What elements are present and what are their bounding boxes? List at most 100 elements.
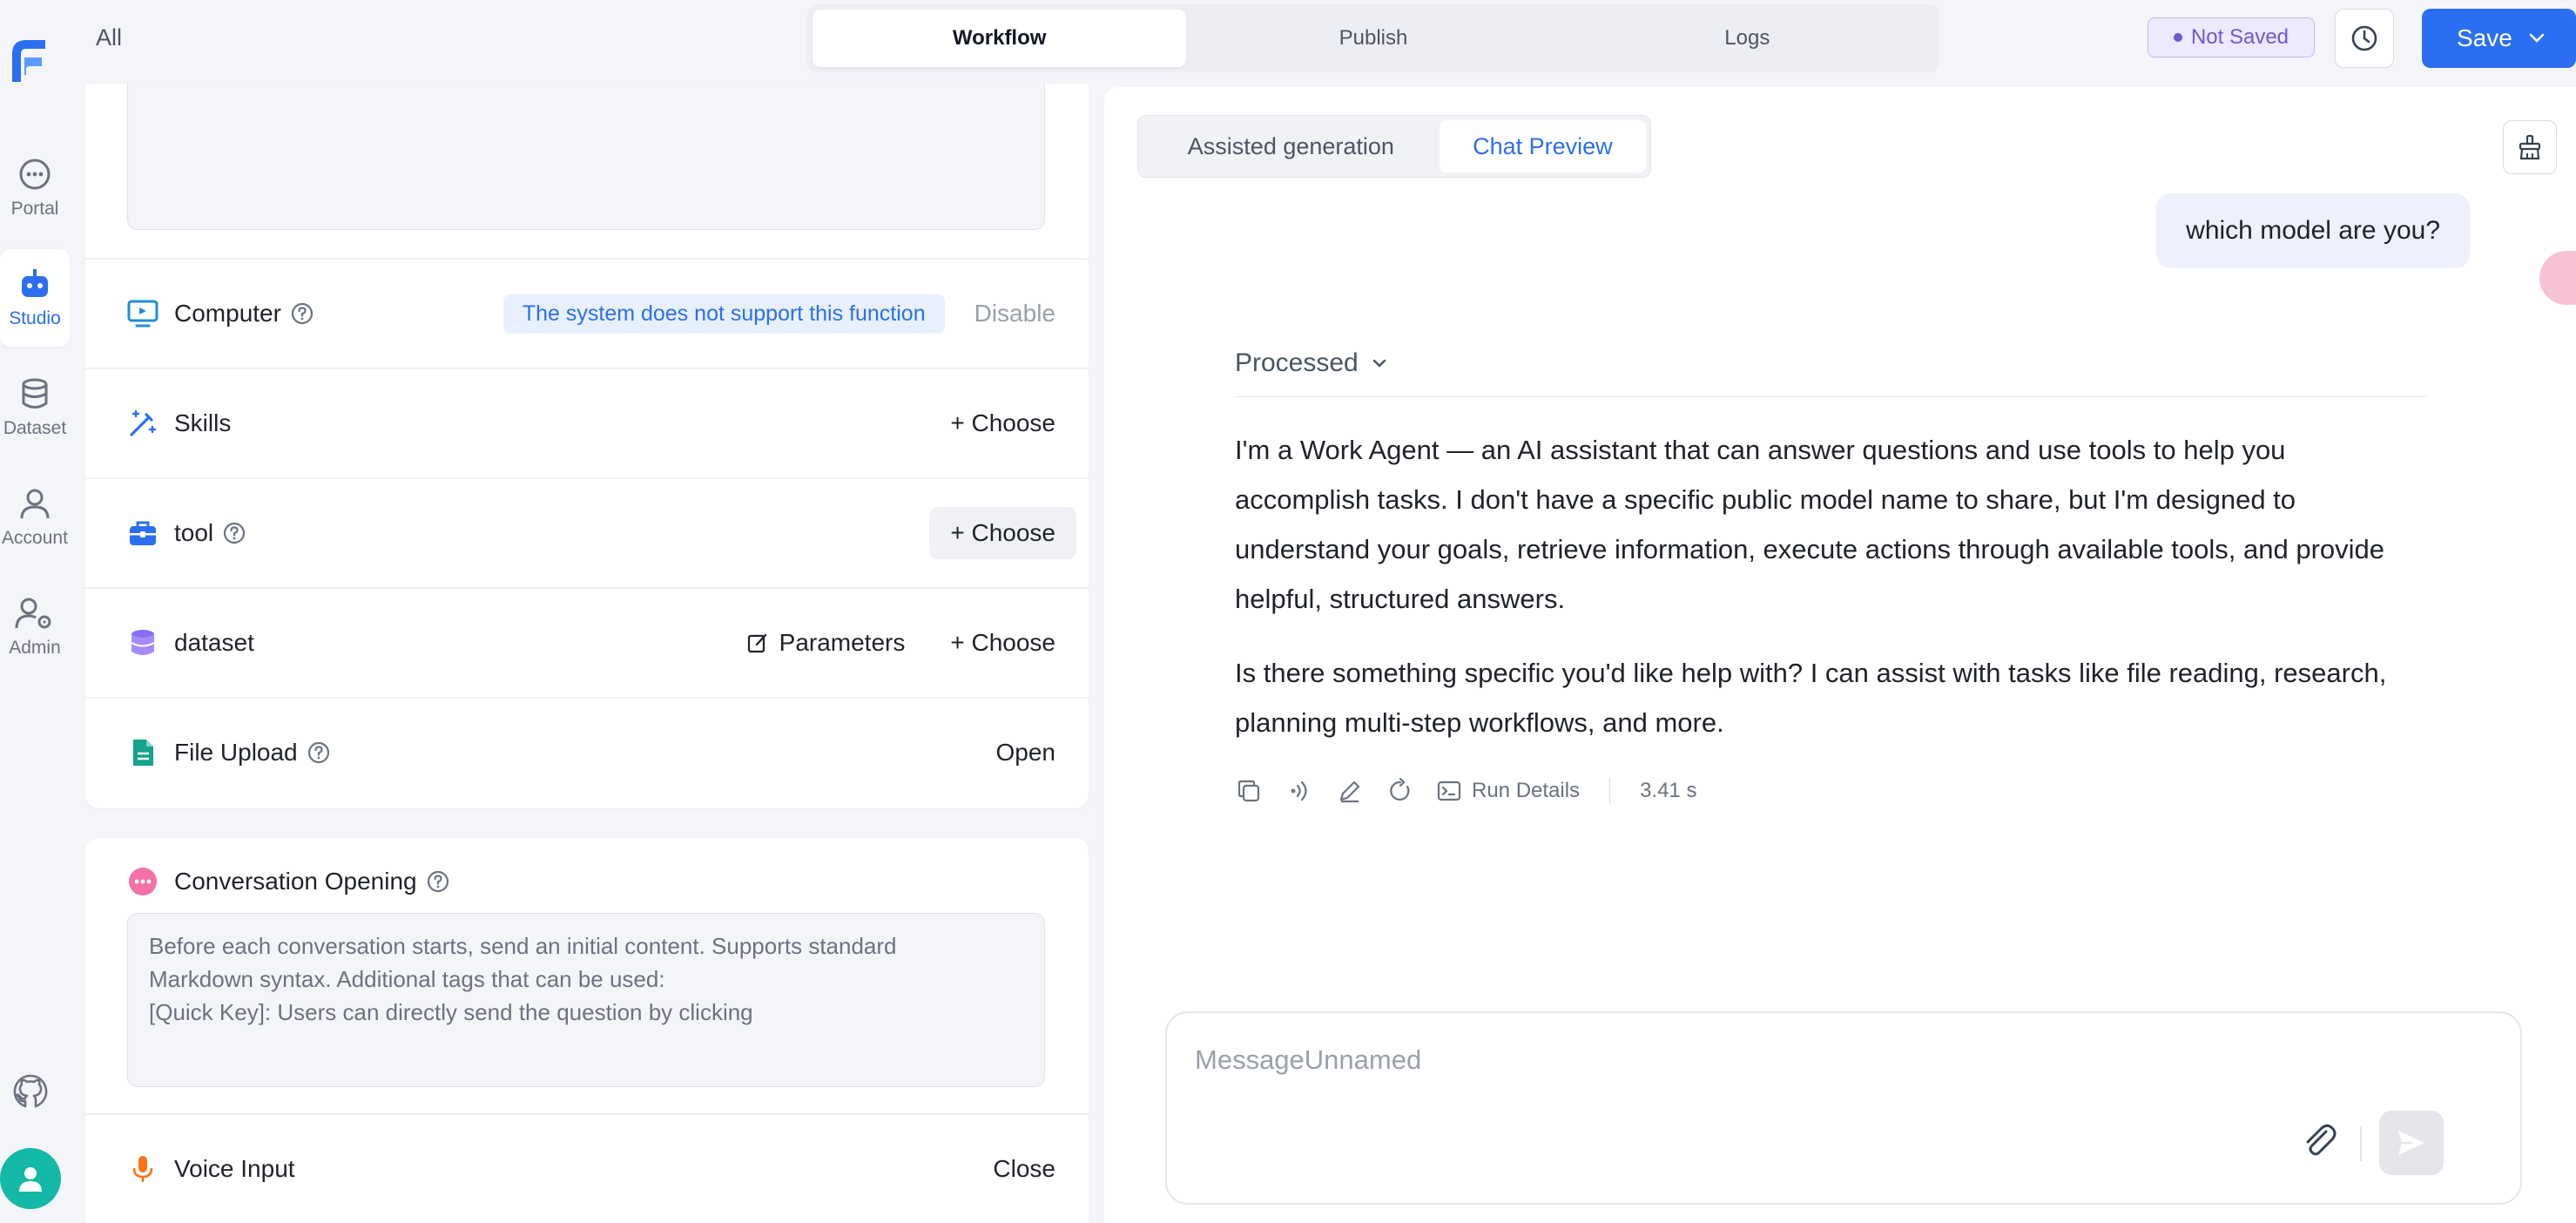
processed-toggle[interactable]: Processed: [1235, 348, 2426, 397]
nav-label: Account: [2, 528, 68, 548]
clock-icon: [2350, 24, 2379, 53]
tab-chat-preview[interactable]: Chat Preview: [1439, 120, 1646, 172]
nav-item-dataset[interactable]: Dataset: [0, 359, 70, 456]
assistant-message: I'm a Work Agent — an AI assistant that …: [1235, 425, 2471, 772]
save-button[interactable]: Save: [2422, 9, 2576, 68]
message-composer[interactable]: MessageUnnamed: [1165, 1011, 2522, 1205]
voice-input-close-button[interactable]: Close: [993, 1155, 1055, 1183]
run-details-button[interactable]: Run Details: [1437, 779, 1580, 803]
dataset-title: dataset: [174, 629, 254, 656]
chevron-down-icon: [2528, 32, 2546, 44]
nav-item-account[interactable]: Account: [0, 469, 70, 566]
nav-label: Admin: [9, 638, 61, 658]
pencil-icon[interactable]: [1336, 777, 1364, 805]
broom-icon: [2517, 134, 2543, 160]
answer-paragraph: I'm a Work Agent — an AI assistant that …: [1235, 425, 2471, 624]
dataset-parameters-button[interactable]: Parameters: [746, 629, 906, 657]
help-icon[interactable]: [222, 521, 246, 545]
voice-input-title: Voice Input: [174, 1155, 295, 1182]
tool-title: tool: [174, 519, 214, 546]
nav-item-studio[interactable]: Studio: [0, 249, 70, 347]
message-input-placeholder[interactable]: MessageUnnamed: [1195, 1044, 1421, 1076]
help-icon[interactable]: [426, 869, 450, 894]
nav-item-admin[interactable]: Admin: [0, 578, 70, 676]
answer-line: helpful, structured answers.: [1235, 584, 1566, 614]
nav-label: Portal: [10, 199, 59, 219]
document-icon: [127, 737, 158, 768]
help-icon[interactable]: [290, 301, 314, 326]
divider: [2360, 1126, 2362, 1161]
edit-icon: [746, 632, 769, 654]
processed-label: Processed: [1235, 348, 1359, 377]
nav-item-portal[interactable]: Portal: [0, 139, 70, 237]
assistant-float-icon[interactable]: [2539, 251, 2576, 305]
file-upload-title: File Upload: [174, 739, 298, 766]
tab-logs[interactable]: Logs: [1561, 10, 1934, 67]
status-dot: [2173, 33, 2182, 42]
github-icon[interactable]: [12, 1073, 49, 1110]
file-upload-row: File Upload Open: [85, 697, 1089, 807]
unsupported-notice: The system does not support this functio…: [502, 294, 945, 334]
magic-wand-icon: [127, 408, 158, 439]
answer-line: understand your goals, retrieve informat…: [1235, 534, 2385, 564]
database-icon: [127, 627, 158, 659]
prompt-textarea[interactable]: [127, 84, 1045, 230]
avatar[interactable]: [0, 1148, 61, 1209]
answer-line: planning multi-step workflows, and more.: [1235, 707, 1724, 738]
monitor-icon: [127, 298, 158, 329]
paperclip-icon[interactable]: [2297, 1119, 2339, 1161]
run-details-label: Run Details: [1472, 779, 1581, 802]
left-nav-rail: Portal Studio Dataset Account Admin: [0, 0, 71, 1223]
message-actions: Run Details 3.41 s: [1235, 767, 1696, 815]
tool-choose-button[interactable]: + Choose: [929, 507, 1076, 559]
chevron-down-icon: [1371, 357, 1388, 369]
terminal-icon: [1437, 779, 1461, 803]
voice-input-row: Voice Input Close: [85, 1113, 1089, 1223]
tab-publish[interactable]: Publish: [1186, 10, 1560, 67]
parameters-label: Parameters: [779, 629, 906, 656]
answer-line: Is there something specific you'd like h…: [1235, 658, 2387, 688]
conversation-settings-card: Conversation Opening Before each convers…: [85, 838, 1089, 1223]
divider: [1609, 778, 1611, 804]
clear-chat-button[interactable]: [2503, 120, 2557, 174]
status-text: Not Saved: [2190, 25, 2289, 49]
placeholder-line: [Quick Key]: Users can directly send the…: [149, 999, 753, 1025]
help-icon[interactable]: [307, 740, 331, 765]
conversation-opening-title: Conversation Opening: [174, 868, 417, 895]
send-button[interactable]: [2379, 1111, 2444, 1175]
computer-disable-button[interactable]: Disable: [974, 300, 1055, 328]
placeholder-line: Markdown syntax. Additional tags that ca…: [149, 966, 665, 992]
conversation-opening-header: Conversation Opening: [127, 866, 450, 897]
user-settings-icon: [14, 596, 56, 631]
file-upload-open-button[interactable]: Open: [996, 739, 1056, 767]
regenerate-icon[interactable]: [1386, 777, 1414, 805]
tab-workflow[interactable]: Workflow: [813, 10, 1187, 67]
copy-icon[interactable]: [1235, 777, 1263, 805]
tab-assisted-generation[interactable]: Assisted generation: [1143, 120, 1440, 172]
conversation-opening-textarea[interactable]: Before each conversation starts, send an…: [127, 913, 1045, 1087]
dataset-row: dataset Parameters + Choose: [85, 587, 1089, 697]
user-icon: [17, 486, 52, 521]
top-bar: All Workflow Publish Logs Not Saved Save: [71, 0, 2576, 77]
tool-row: tool + Choose: [85, 477, 1089, 587]
agent-config-card: Computer The system does not support thi…: [85, 84, 1089, 808]
database-icon: [17, 376, 52, 411]
speaker-icon[interactable]: [1285, 777, 1313, 805]
send-icon: [2395, 1126, 2428, 1159]
skills-title: Skills: [174, 409, 232, 436]
dataset-choose-button[interactable]: + Choose: [950, 629, 1055, 657]
answer-line: accomplish tasks. I don't have a specifi…: [1235, 484, 2296, 515]
computer-row: Computer The system does not support thi…: [85, 258, 1089, 368]
save-status-badge: Not Saved: [2148, 17, 2315, 57]
response-duration: 3.41 s: [1640, 779, 1697, 802]
history-button[interactable]: [2335, 9, 2394, 68]
skills-choose-button[interactable]: + Choose: [950, 409, 1055, 437]
workflow-tabs: Workflow Publish Logs: [807, 4, 1939, 72]
nav-label: Studio: [9, 308, 61, 328]
scope-selector[interactable]: All: [96, 24, 122, 51]
app-logo-icon[interactable]: [9, 37, 49, 85]
nav-label: Dataset: [3, 418, 67, 438]
save-label: Save: [2457, 24, 2512, 51]
microphone-icon: [127, 1153, 158, 1185]
answer-line: I'm a Work Agent — an AI assistant that …: [1235, 435, 2286, 465]
